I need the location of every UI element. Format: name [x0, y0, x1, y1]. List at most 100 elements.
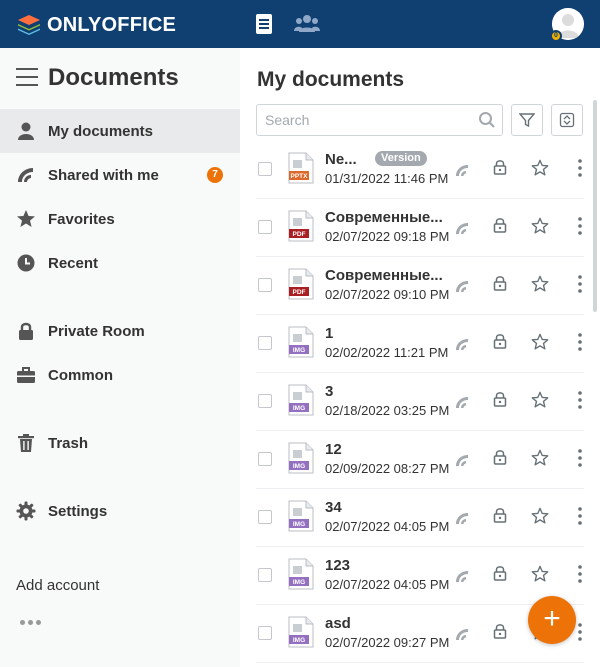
svg-text:IMG: IMG: [293, 405, 305, 412]
sidebar-item-shared-with-me[interactable]: Shared with me 7: [0, 153, 240, 197]
row-checkbox[interactable]: [258, 394, 272, 408]
file-name[interactable]: asd: [325, 615, 445, 632]
sidebar-item-recent[interactable]: Recent: [0, 241, 240, 285]
file-name[interactable]: 1: [325, 325, 445, 342]
sidebar-item-label: Shared with me: [48, 167, 159, 184]
trash-icon: [16, 433, 36, 453]
favorite-star-icon[interactable]: [531, 507, 549, 525]
sidebar-item-common[interactable]: Common: [0, 353, 240, 397]
more-options-icon[interactable]: [578, 217, 582, 235]
lock-icon[interactable]: [493, 623, 507, 639]
lock-icon[interactable]: [493, 391, 507, 407]
sidebar-item-private-room[interactable]: Private Room: [0, 309, 240, 353]
favorite-star-icon[interactable]: [531, 565, 549, 583]
more-options-icon[interactable]: [578, 159, 582, 177]
share-icon[interactable]: [455, 453, 469, 467]
file-row[interactable]: PPTX Ne... 01/31/2022 11:46 PM Version: [256, 141, 584, 199]
share-icon[interactable]: [455, 395, 469, 409]
sidebar-item-favorites[interactable]: Favorites: [0, 197, 240, 241]
lock-icon[interactable]: [493, 159, 507, 175]
search-icon[interactable]: [478, 111, 496, 129]
lock-icon[interactable]: [493, 217, 507, 233]
file-row[interactable]: PDF Современные... 02/07/2022 09:10 PM: [256, 257, 584, 315]
version-badge[interactable]: Version: [375, 151, 427, 166]
lock-icon[interactable]: [493, 275, 507, 291]
file-row[interactable]: IMG 34 02/07/2022 04:05 PM: [256, 489, 584, 547]
more-options-icon[interactable]: [578, 449, 582, 467]
row-checkbox[interactable]: [258, 568, 272, 582]
more-dots-icon[interactable]: [20, 612, 44, 630]
favorite-star-icon[interactable]: [531, 159, 549, 177]
row-checkbox[interactable]: [258, 162, 272, 176]
row-checkbox[interactable]: [258, 510, 272, 524]
row-checkbox[interactable]: [258, 626, 272, 640]
more-options-icon[interactable]: [578, 623, 582, 641]
people-icon[interactable]: [294, 13, 320, 35]
sidebar-item-label: Trash: [48, 435, 89, 452]
more-options-icon[interactable]: [578, 565, 582, 583]
page-title: My documents: [257, 68, 405, 91]
share-icon[interactable]: [455, 569, 469, 583]
menu-icon[interactable]: [16, 68, 38, 86]
lock-icon[interactable]: [493, 333, 507, 349]
file-type-icon: PDF: [288, 210, 314, 242]
row-checkbox[interactable]: [258, 220, 272, 234]
sort-button[interactable]: [551, 104, 583, 136]
scrollbar[interactable]: [593, 100, 597, 312]
onlyoffice-logo[interactable]: ONLYOFFICE: [16, 12, 176, 38]
row-checkbox[interactable]: [258, 278, 272, 292]
file-row[interactable]: IMG 12 02/09/2022 08:27 PM: [256, 431, 584, 489]
file-row[interactable]: IMG 123 02/07/2022 04:05 PM: [256, 547, 584, 605]
sidebar-header: Documents: [0, 48, 240, 108]
favorite-star-icon[interactable]: [531, 391, 549, 409]
share-icon[interactable]: [455, 221, 469, 235]
sidebar-item-trash[interactable]: Trash: [0, 421, 240, 465]
add-account-link[interactable]: Add account: [16, 577, 99, 594]
logo-text: ONLYOFFICE: [47, 13, 177, 36]
share-icon[interactable]: [455, 511, 469, 525]
sidebar-item-settings[interactable]: Settings: [0, 489, 240, 533]
search-box: [256, 104, 503, 136]
file-name[interactable]: 34: [325, 499, 445, 516]
share-icon[interactable]: [455, 279, 469, 293]
favorite-star-icon[interactable]: [531, 217, 549, 235]
more-options-icon[interactable]: [578, 333, 582, 351]
favorite-star-icon[interactable]: [531, 333, 549, 351]
file-name[interactable]: 12: [325, 441, 445, 458]
file-name[interactable]: 123: [325, 557, 445, 574]
svg-text:IMG: IMG: [293, 521, 305, 528]
briefcase-icon: [16, 365, 36, 385]
clock-icon: [16, 253, 36, 273]
share-icon[interactable]: [455, 163, 469, 177]
share-icon[interactable]: [455, 627, 469, 641]
file-date: 02/09/2022 08:27 PM: [325, 461, 450, 476]
more-options-icon[interactable]: [578, 391, 582, 409]
more-options-icon[interactable]: [578, 507, 582, 525]
lock-icon[interactable]: [493, 565, 507, 581]
favorite-star-icon[interactable]: [531, 275, 549, 293]
svg-text:IMG: IMG: [293, 637, 305, 644]
share-icon[interactable]: [455, 337, 469, 351]
row-checkbox[interactable]: [258, 452, 272, 466]
svg-text:PDF: PDF: [293, 289, 306, 296]
file-row[interactable]: IMG 1 02/02/2022 11:21 PM: [256, 315, 584, 373]
sidebar: Documents My documents Shared with me 7 …: [0, 48, 240, 667]
create-new-button[interactable]: +: [528, 596, 576, 644]
file-row[interactable]: PDF Современные... 02/07/2022 09:18 PM: [256, 199, 584, 257]
file-name[interactable]: Современные...: [325, 209, 445, 226]
sidebar-item-my-documents[interactable]: My documents: [0, 109, 240, 153]
file-type-icon: IMG: [288, 500, 314, 532]
file-date: 01/31/2022 11:46 PM: [325, 171, 449, 186]
documents-icon[interactable]: [254, 13, 276, 35]
filter-button[interactable]: [511, 104, 543, 136]
favorite-star-icon[interactable]: [531, 449, 549, 467]
file-name[interactable]: 3: [325, 383, 445, 400]
search-input[interactable]: [265, 112, 465, 128]
more-options-icon[interactable]: [578, 275, 582, 293]
file-name[interactable]: Современные...: [325, 267, 445, 284]
row-checkbox[interactable]: [258, 336, 272, 350]
file-row[interactable]: IMG 3 02/18/2022 03:25 PM: [256, 373, 584, 431]
lock-icon[interactable]: [493, 449, 507, 465]
lock-icon[interactable]: [493, 507, 507, 523]
sidebar-item-label: Favorites: [48, 211, 115, 228]
